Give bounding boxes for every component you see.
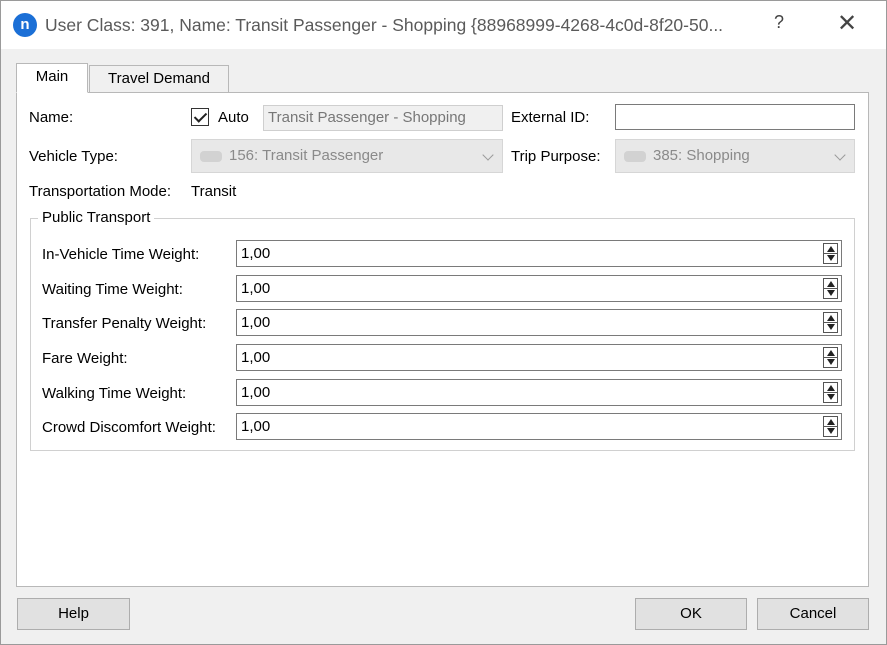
spin-arrows-icon[interactable] (823, 416, 838, 437)
spin-arrows-icon[interactable] (823, 382, 838, 403)
ok-button[interactable]: OK (635, 598, 747, 630)
dialog-window: n User Class: 391, Name: Transit Passeng… (0, 0, 887, 645)
chevron-down-icon (834, 149, 846, 161)
spin-arrows-icon[interactable] (823, 312, 838, 333)
transportation-mode-label: Transportation Mode: (29, 183, 172, 200)
public-transport-title: Public Transport (38, 209, 155, 226)
spin-arrows-icon[interactable] (823, 243, 838, 264)
tab-main[interactable]: Main (16, 63, 88, 93)
transfer-penalty-weight-stepper[interactable]: 1,00 (236, 309, 842, 336)
vehicle-type-label: Vehicle Type: (29, 148, 118, 165)
stepper-value: 1,00 (241, 280, 271, 297)
trip-purpose-label: Trip Purpose: (511, 148, 601, 165)
chevron-down-icon (482, 149, 494, 161)
window-title: User Class: 391, Name: Transit Passenger… (45, 15, 724, 35)
spin-arrows-icon[interactable] (823, 347, 838, 368)
car-icon (200, 151, 222, 162)
stepper-value: 1,00 (241, 384, 271, 401)
stepper-value: 1,00 (241, 349, 271, 366)
transfer-penalty-weight-label: Transfer Penalty Weight: (42, 315, 207, 332)
walking-time-weight-stepper[interactable]: 1,00 (236, 379, 842, 406)
waiting-time-weight-label: Waiting Time Weight: (42, 281, 183, 298)
in-vehicle-time-weight-stepper[interactable]: 1,00 (236, 240, 842, 267)
fare-weight-stepper[interactable]: 1,00 (236, 344, 842, 371)
help-button[interactable]: Help (17, 598, 130, 630)
stepper-value: 1,00 (241, 245, 271, 262)
help-question-icon[interactable]: ? (769, 12, 789, 33)
fare-weight-label: Fare Weight: (42, 350, 128, 367)
title-bar[interactable]: n User Class: 391, Name: Transit Passeng… (1, 1, 886, 49)
auto-label: Auto (218, 109, 249, 126)
name-label: Name: (29, 109, 74, 126)
vehicle-type-select[interactable]: 156: Transit Passenger (191, 139, 503, 173)
name-field[interactable]: Transit Passenger - Shopping (263, 105, 503, 131)
in-vehicle-time-weight-label: In-Vehicle Time Weight: (42, 246, 200, 263)
walking-time-weight-label: Walking Time Weight: (42, 385, 187, 402)
app-logo-icon: n (13, 13, 37, 37)
vehicle-type-value: 156: Transit Passenger (229, 147, 384, 164)
stepper-value: 1,00 (241, 314, 271, 331)
auto-checkbox[interactable] (191, 108, 209, 126)
external-id-field[interactable] (615, 104, 855, 130)
crowd-discomfort-weight-label: Crowd Discomfort Weight: (42, 419, 216, 436)
trip-purpose-select[interactable]: 385: Shopping (615, 139, 855, 173)
close-icon[interactable]: ✕ (835, 10, 859, 38)
crowd-discomfort-weight-stepper[interactable]: 1,00 (236, 413, 842, 440)
external-id-label: External ID: (511, 109, 590, 126)
trip-purpose-value: 385: Shopping (653, 147, 750, 164)
shopping-icon (624, 151, 646, 162)
transportation-mode-value: Transit (191, 183, 237, 200)
stepper-value: 1,00 (241, 418, 271, 435)
cancel-button[interactable]: Cancel (757, 598, 869, 630)
tab-travel-demand[interactable]: Travel Demand (89, 65, 229, 93)
waiting-time-weight-stepper[interactable]: 1,00 (236, 275, 842, 302)
spin-arrows-icon[interactable] (823, 278, 838, 299)
